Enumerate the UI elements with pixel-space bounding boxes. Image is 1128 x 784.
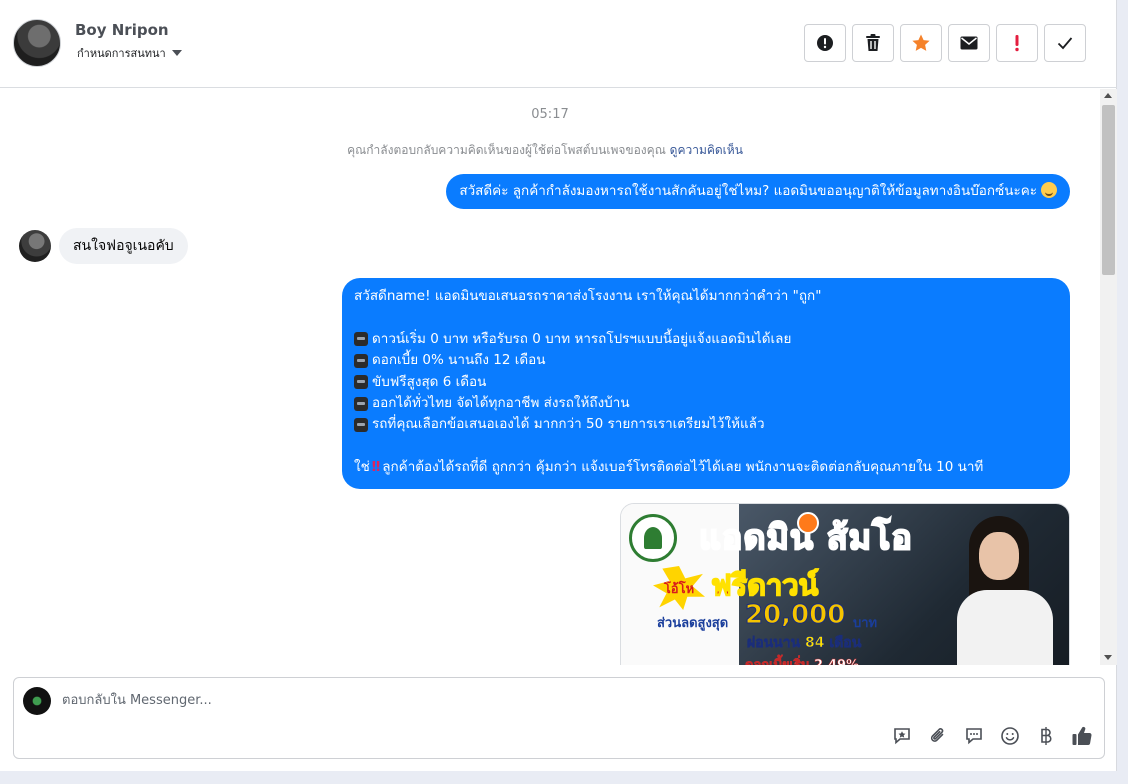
car-emoji-icon	[354, 418, 368, 433]
view-comment-link[interactable]: ดูความคิดเห็น	[670, 143, 743, 157]
paperclip-icon	[930, 728, 944, 742]
star-icon	[912, 34, 930, 51]
caret-down-icon	[171, 50, 182, 56]
conversation-header: Boy Nripon กำหนดการสนทนา	[0, 0, 1117, 88]
promo-discount-amount: 20,000	[744, 600, 846, 631]
scroll-up-arrow-icon[interactable]	[1104, 93, 1112, 98]
double-exclamation-icon: ‼	[371, 459, 381, 476]
envelope-icon	[960, 36, 978, 50]
attach-file-button[interactable]	[926, 724, 950, 748]
message-thread[interactable]: 05:17 คุณกำลังตอบกลับความคิดเห็นของผู้ใช…	[0, 89, 1100, 665]
payment-button[interactable]	[1034, 724, 1058, 748]
reply-input[interactable]	[62, 688, 862, 712]
orange-fruit-icon	[797, 512, 819, 534]
smiley-icon	[1001, 727, 1019, 745]
smile-emoji-icon	[1041, 182, 1057, 198]
car-emoji-icon	[354, 353, 368, 368]
conversation-panel: Boy Nripon กำหนดการสนทนา 05:17 คุณกำลังต…	[0, 0, 1117, 771]
delete-button[interactable]	[852, 24, 894, 62]
list-item: ขับฟรีสูงสุด 6 เดือน	[354, 372, 1058, 393]
saved-reply-icon	[894, 728, 910, 745]
like-button[interactable]	[1070, 724, 1094, 748]
contact-avatar[interactable]	[13, 19, 61, 67]
alert-circle-icon	[817, 35, 833, 51]
incoming-message[interactable]: สนใจฟอจูเนอคับ	[59, 228, 188, 264]
list-item: ออกได้ทั่วไทย จัดได้ทุกอาชีพ ส่งรถให้ถึง…	[354, 393, 1058, 414]
reply-composer	[13, 677, 1105, 759]
car-emoji-icon	[354, 396, 368, 411]
scroll-down-arrow-icon[interactable]	[1104, 655, 1112, 660]
chat-bubble-icon	[966, 728, 982, 745]
page-avatar	[23, 687, 51, 715]
checkmark-icon	[1057, 37, 1073, 50]
message-text: ใช่ ‼ ลูกค้าต้องได้รถที่ดี ถูกกว่า คุ้มกว่…	[354, 457, 1058, 478]
promo-term: ผ่อนนาน 84 เดือน	[747, 635, 862, 652]
conversation-label-text: กำหนดการสนทนา	[77, 47, 166, 60]
thread-scrollbar[interactable]	[1100, 89, 1117, 665]
promo-rate: ดอกเบี้ยเริ่ม 2.49%	[745, 654, 860, 665]
conversation-label-dropdown[interactable]: กำหนดการสนทนา	[77, 44, 182, 62]
follow-up-button[interactable]	[996, 24, 1038, 62]
sender-avatar[interactable]	[19, 230, 51, 262]
mark-unread-button[interactable]	[948, 24, 990, 62]
exclamation-icon	[1015, 35, 1019, 52]
list-item: รถที่คุณเลือกข้อเสนอเองได้ มากกว่า 50 รา…	[354, 414, 1058, 435]
report-spam-button[interactable]	[804, 24, 846, 62]
promo-discount-unit: บาท	[853, 616, 878, 631]
baht-icon	[1041, 727, 1052, 745]
dealer-logo-icon	[629, 514, 677, 562]
saved-replies-button[interactable]	[890, 724, 914, 748]
promo-image-attachment[interactable]: แอดมิน ส้มโอ โอ้โห ฟรีดาวน์ ส่วนลดสูงสุด…	[620, 503, 1070, 665]
list-item: ดอกเบี้ย 0% นานถึง 12 เดือน	[354, 350, 1058, 371]
message-text: สวัสดีname! แอดมินขอเสนอรถราคาส่งโรงงาน …	[354, 288, 822, 304]
emoji-button[interactable]	[998, 724, 1022, 748]
contact-name[interactable]: Boy Nripon	[75, 21, 169, 39]
outgoing-message[interactable]: สวัสดีค่ะ ลูกค้ากำลังมองหารถใช้งานสักคัน…	[446, 174, 1070, 210]
message-timestamp: 05:17	[531, 107, 569, 122]
star-button[interactable]	[900, 24, 942, 62]
mark-done-button[interactable]	[1044, 24, 1086, 62]
scroll-thumb[interactable]	[1102, 105, 1115, 275]
list-item: ดาวน์เริ่ม 0 บาท หรือรับรถ 0 บาท หารถโปร…	[354, 329, 1058, 350]
car-emoji-icon	[354, 375, 368, 390]
car-emoji-icon	[354, 332, 368, 347]
outgoing-message[interactable]: สวัสดีname! แอดมินขอเสนอรถราคาส่งโรงงาน …	[342, 278, 1070, 489]
promo-discount-label: ส่วนลดสูงสุด	[657, 616, 729, 631]
quick-reply-button[interactable]	[962, 724, 986, 748]
reply-context-notice: คุณกำลังตอบกลับความคิดเห็นของผู้ใช้ต่อโพ…	[0, 141, 1090, 160]
promo-model-photo	[951, 516, 1061, 665]
notice-text: คุณกำลังตอบกลับความคิดเห็นของผู้ใช้ต่อโพ…	[347, 143, 666, 157]
message-text: สวัสดีค่ะ ลูกค้ากำลังมองหารถใช้งานสักคัน…	[459, 183, 1037, 199]
thumbs-up-icon	[1072, 726, 1092, 746]
trash-icon	[866, 34, 880, 51]
